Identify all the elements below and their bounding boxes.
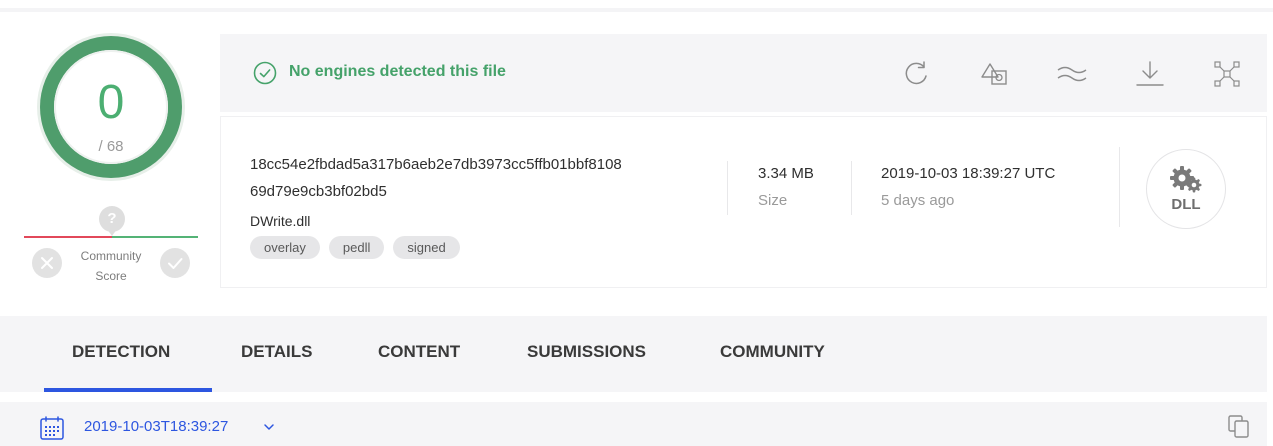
fullscreen-icon [1214, 61, 1240, 87]
close-icon [41, 257, 53, 269]
community-score-negative-bar [24, 236, 112, 238]
detection-count: 0 [97, 76, 125, 129]
tag-overlay[interactable]: overlay [250, 236, 320, 259]
similar-icon [981, 63, 1007, 85]
check-circle-icon [253, 61, 277, 85]
top-divider [0, 8, 1273, 12]
calendar-icon[interactable] [39, 415, 65, 441]
file-name: DWrite.dll [250, 213, 311, 229]
graph-icon [1057, 66, 1087, 82]
download-button[interactable] [1134, 58, 1166, 90]
reanalyze-button[interactable] [901, 58, 933, 90]
file-info-panel: 18cc54e2fbdad5a317b6aeb2e7db3973cc5ffb01… [220, 116, 1267, 288]
detection-score-ring: 0 / 68 [40, 36, 182, 178]
active-tab-indicator [44, 388, 212, 392]
tab-detection[interactable]: DETECTION [72, 342, 170, 362]
fullscreen-button[interactable] [1211, 58, 1243, 90]
last-analysis-date: 2019-10-03 18:39:27 UTC [881, 165, 1056, 182]
community-score-pointer [107, 229, 117, 236]
file-size-label: Size [758, 192, 788, 209]
tab-details[interactable]: DETAILS [241, 342, 312, 362]
copy-icon[interactable] [1226, 413, 1252, 439]
gear-icon [1170, 166, 1202, 193]
score-inner: 0 / 68 [54, 50, 168, 164]
download-icon [1136, 61, 1164, 86]
analysis-date-select[interactable]: 2019-10-03T18:39:27 [84, 418, 228, 435]
tab-submissions[interactable]: SUBMISSIONS [527, 342, 646, 362]
info-divider [1119, 147, 1120, 227]
vote-malicious-button[interactable] [32, 248, 62, 278]
tag-pedll[interactable]: pedll [328, 236, 385, 259]
report-tabs: DETECTION DETAILS CONTENT SUBMISSIONS CO… [0, 316, 1267, 392]
info-divider [851, 161, 852, 215]
file-type-label: DLL [1171, 196, 1201, 213]
similar-files-button[interactable] [979, 58, 1011, 90]
file-size-value: 3.34 MB [758, 165, 814, 182]
engine-total: / 68 [98, 138, 124, 155]
reanalyze-icon [905, 61, 927, 85]
community-score-label: Community Score [80, 249, 142, 283]
detection-status-text: No engines detected this file [289, 63, 506, 80]
analysis-date-bar: 2019-10-03T18:39:27 [0, 402, 1267, 446]
tag-signed[interactable]: signed [393, 236, 460, 259]
graph-button[interactable] [1056, 58, 1088, 90]
tab-community[interactable]: COMMUNITY [720, 342, 825, 362]
file-tags: overlay pedll signed [250, 236, 460, 259]
file-type-badge: DLL [1146, 149, 1226, 229]
last-analysis-age: 5 days ago [881, 192, 955, 209]
community-score-positive-bar [112, 236, 198, 238]
vote-harmless-button[interactable] [160, 248, 190, 278]
tab-content[interactable]: CONTENT [378, 342, 460, 362]
detection-header: No engines detected this file [220, 34, 1267, 112]
info-divider [727, 161, 728, 215]
chevron-down-icon[interactable] [262, 421, 276, 433]
file-hash[interactable]: 18cc54e2fbdad5a317b6aeb2e7db3973cc5ffb01… [250, 151, 710, 205]
check-icon [168, 258, 183, 269]
